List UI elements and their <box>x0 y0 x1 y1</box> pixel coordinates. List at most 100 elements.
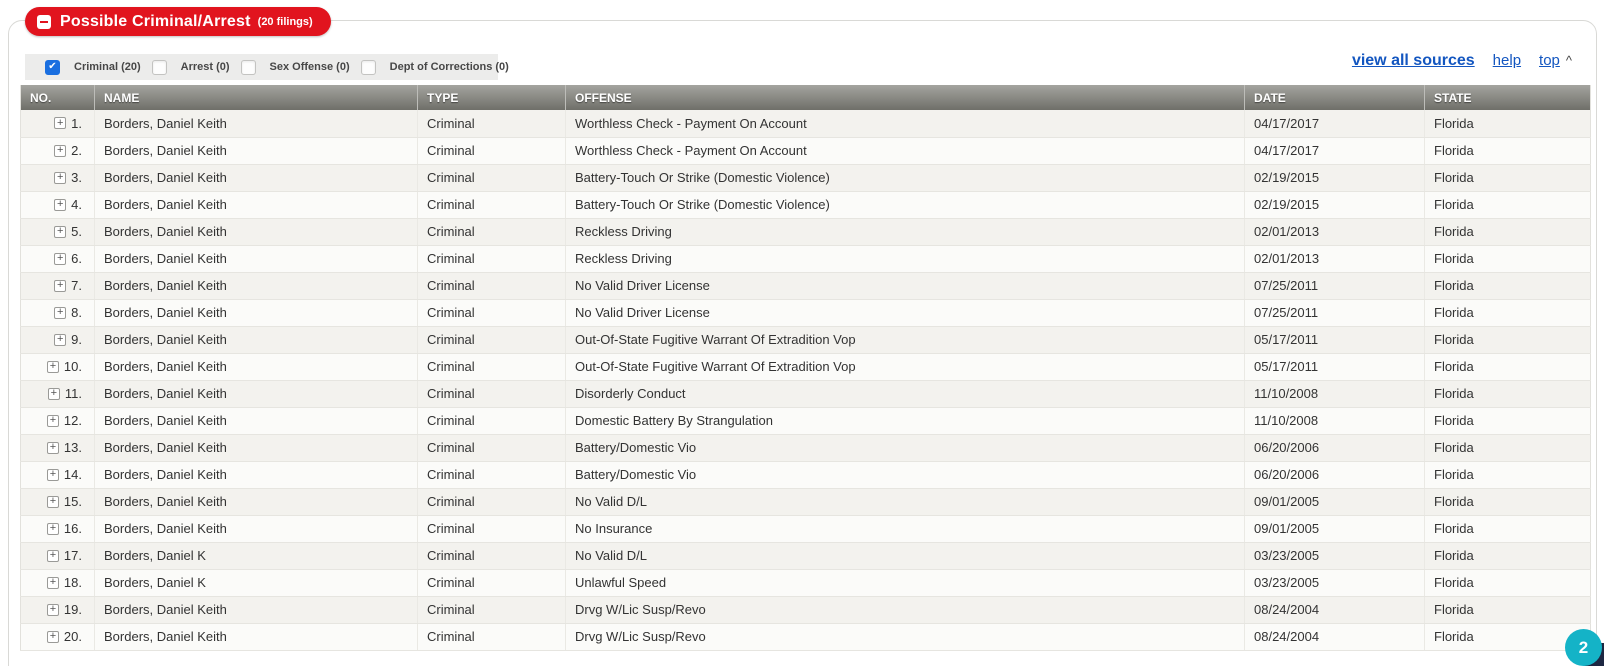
type-cell: Criminal <box>418 623 566 650</box>
expand-row-icon[interactable]: + <box>54 253 66 265</box>
no-cell: + 20. <box>21 623 95 650</box>
date-cell: 08/24/2004 <box>1245 596 1425 623</box>
top-link[interactable]: top <box>1539 52 1560 69</box>
table-row: + 4. Borders, Daniel Keith Criminal Batt… <box>21 191 1591 218</box>
name-cell: Borders, Daniel Keith <box>95 218 418 245</box>
criminal-checkbox[interactable]: ✔ <box>45 60 60 75</box>
filter-group-arrest: Arrest (0) <box>152 60 230 75</box>
offense-cell: No Valid Driver License <box>566 272 1245 299</box>
type-cell: Criminal <box>418 353 566 380</box>
expand-row-icon[interactable]: + <box>54 226 66 238</box>
dept-of-corrections-checkbox[interactable] <box>361 60 376 75</box>
section-filing-count: (20 filings) <box>258 16 313 28</box>
date-cell: 06/20/2006 <box>1245 461 1425 488</box>
table-row: + 6. Borders, Daniel Keith Criminal Reck… <box>21 245 1591 272</box>
row-number: 10. <box>64 359 82 374</box>
name-cell: Borders, Daniel Keith <box>95 623 418 650</box>
notification-badge[interactable]: 2 <box>1565 629 1602 666</box>
expand-row-icon[interactable]: + <box>47 577 59 589</box>
expand-row-icon[interactable]: + <box>47 415 59 427</box>
type-cell: Criminal <box>418 164 566 191</box>
expand-row-icon[interactable]: + <box>54 199 66 211</box>
expand-row-icon[interactable]: + <box>54 307 66 319</box>
offense-cell: Domestic Battery By Strangulation <box>566 407 1245 434</box>
row-number: 12. <box>64 413 82 428</box>
expand-row-icon[interactable]: + <box>47 361 59 373</box>
expand-row-icon[interactable]: + <box>47 631 59 643</box>
table-row: + 16. Borders, Daniel Keith Criminal No … <box>21 515 1591 542</box>
expand-row-icon[interactable]: + <box>47 469 59 481</box>
row-number: 4. <box>71 197 82 212</box>
criminal-records-page: Possible Criminal/Arrest (20 filings) vi… <box>0 0 1604 666</box>
state-cell: Florida <box>1425 353 1591 380</box>
no-cell: + 11. <box>21 380 95 407</box>
expand-row-icon[interactable]: + <box>47 550 59 562</box>
name-cell: Borders, Daniel Keith <box>95 596 418 623</box>
offense-cell: Reckless Driving <box>566 218 1245 245</box>
filter-label-sex-offense: Sex Offense (0) <box>270 61 350 73</box>
expand-row-icon[interactable]: + <box>47 442 59 454</box>
table-row: + 15. Borders, Daniel Keith Criminal No … <box>21 488 1591 515</box>
section-header-badge: Possible Criminal/Arrest (20 filings) <box>25 7 331 36</box>
no-cell: + 19. <box>21 596 95 623</box>
expand-row-icon[interactable]: + <box>47 604 59 616</box>
no-cell: + 18. <box>21 569 95 596</box>
type-cell: Criminal <box>418 488 566 515</box>
expand-row-icon[interactable]: + <box>54 117 66 129</box>
expand-row-icon[interactable]: + <box>54 145 66 157</box>
date-cell: 06/20/2006 <box>1245 434 1425 461</box>
expand-row-icon[interactable]: + <box>54 172 66 184</box>
type-cell: Criminal <box>418 326 566 353</box>
table-row: + 10. Borders, Daniel Keith Criminal Out… <box>21 353 1591 380</box>
row-number: 18. <box>64 575 82 590</box>
row-number: 17. <box>64 548 82 563</box>
no-cell: + 13. <box>21 434 95 461</box>
sex-offense-checkbox[interactable] <box>241 60 256 75</box>
collapse-section-icon[interactable] <box>37 15 51 29</box>
arrest-checkbox[interactable] <box>152 60 167 75</box>
name-cell: Borders, Daniel Keith <box>95 164 418 191</box>
state-cell: Florida <box>1425 164 1591 191</box>
offense-cell: Reckless Driving <box>566 245 1245 272</box>
no-cell: + 9. <box>21 326 95 353</box>
state-cell: Florida <box>1425 110 1591 137</box>
table-row: + 1. Borders, Daniel Keith Criminal Wort… <box>21 110 1591 137</box>
minus-icon <box>40 21 48 23</box>
expand-row-icon[interactable]: + <box>48 388 60 400</box>
row-number: 3. <box>71 170 82 185</box>
table-header-row: NO. NAME TYPE OFFENSE DATE STATE <box>21 85 1591 110</box>
table-row: + 17. Borders, Daniel K Criminal No Vali… <box>21 542 1591 569</box>
row-number: 6. <box>71 251 82 266</box>
date-cell: 09/01/2005 <box>1245 515 1425 542</box>
offense-cell: Drvg W/Lic Susp/Revo <box>566 623 1245 650</box>
expand-row-icon[interactable]: + <box>47 523 59 535</box>
name-cell: Borders, Daniel K <box>95 569 418 596</box>
state-cell: Florida <box>1425 245 1591 272</box>
state-cell: Florida <box>1425 596 1591 623</box>
expand-row-icon[interactable]: + <box>47 496 59 508</box>
state-cell: Florida <box>1425 488 1591 515</box>
expand-row-icon[interactable]: + <box>54 334 66 346</box>
table-row: + 14. Borders, Daniel Keith Criminal Bat… <box>21 461 1591 488</box>
name-cell: Borders, Daniel Keith <box>95 380 418 407</box>
criminal-records-table: NO. NAME TYPE OFFENSE DATE STATE + 1. Bo… <box>20 85 1591 651</box>
table-row: + 7. Borders, Daniel Keith Criminal No V… <box>21 272 1591 299</box>
offense-cell: No Valid D/L <box>566 542 1245 569</box>
table-row: + 9. Borders, Daniel Keith Criminal Out-… <box>21 326 1591 353</box>
no-cell: + 4. <box>21 191 95 218</box>
no-cell: + 6. <box>21 245 95 272</box>
state-cell: Florida <box>1425 272 1591 299</box>
filter-group-criminal: ✔ Criminal (20) <box>45 60 141 75</box>
offense-cell: Battery-Touch Or Strike (Domestic Violen… <box>566 164 1245 191</box>
expand-row-icon[interactable]: + <box>54 280 66 292</box>
table-row: + 20. Borders, Daniel Keith Criminal Drv… <box>21 623 1591 650</box>
no-cell: + 2. <box>21 137 95 164</box>
header-links: view all sources help top ^ <box>1352 52 1572 70</box>
row-number: 1. <box>71 116 82 131</box>
name-cell: Borders, Daniel Keith <box>95 137 418 164</box>
date-cell: 05/17/2011 <box>1245 326 1425 353</box>
help-link[interactable]: help <box>1493 52 1521 69</box>
view-all-sources-link[interactable]: view all sources <box>1352 52 1475 70</box>
filter-label-dept-corrections: Dept of Corrections (0) <box>390 61 509 73</box>
no-cell: + 17. <box>21 542 95 569</box>
